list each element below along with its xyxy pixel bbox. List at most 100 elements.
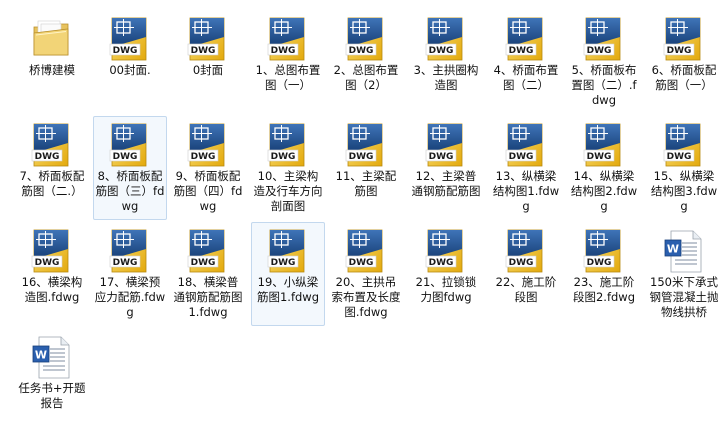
svg-text:DWG: DWG — [429, 258, 454, 268]
file-item[interactable]: DWG 9、桥面板配筋图（四）fdwg — [171, 116, 245, 220]
dwg-file-icon: DWG — [266, 229, 310, 273]
dwg-file-icon: DWG — [344, 17, 388, 61]
file-item[interactable]: DWG 12、主梁普通钢筋配筋图 — [409, 116, 483, 220]
svg-text:DWG: DWG — [113, 46, 138, 56]
file-name-label: 14、纵横梁结构图2.fdwg — [570, 169, 638, 213]
file-name-label: 15、纵横梁结构图3.fdwg — [650, 169, 718, 213]
dwg-file-icon: DWG — [344, 123, 388, 167]
svg-text:DWG: DWG — [271, 152, 296, 162]
dwg-file-icon: DWG — [186, 17, 230, 61]
file-name-label: 7、桥面板配筋图（二.） — [19, 169, 85, 198]
svg-text:DWG: DWG — [667, 152, 692, 162]
dwg-file-icon: DWG — [108, 123, 152, 167]
dwg-file-icon: DWG — [504, 123, 548, 167]
file-name-label: 1、总图布置图（一） — [255, 63, 321, 92]
file-name-label: 19、小纵梁筋图1.fdwg — [256, 275, 320, 304]
svg-text:DWG: DWG — [429, 46, 454, 56]
dwg-file-icon: DWG — [582, 123, 626, 167]
dwg-file-icon: DWG — [504, 17, 548, 61]
file-item[interactable]: W 任务书+开题报告 — [15, 328, 89, 432]
file-item[interactable]: DWG 18、横梁普通钢筋配筋图1.fdwg — [171, 222, 245, 326]
svg-text:DWG: DWG — [349, 258, 374, 268]
svg-text:DWG: DWG — [509, 152, 534, 162]
file-item[interactable]: DWG 2、总图布置图（2） — [329, 10, 403, 114]
file-item[interactable]: DWG 17、横梁预应力配筋.fdwg — [93, 222, 167, 326]
file-name-label: 18、横梁普通钢筋配筋图1.fdwg — [173, 275, 243, 319]
word-document-icon: W — [30, 335, 74, 379]
file-item[interactable]: DWG 21、拉锁锁力图fdwg — [409, 222, 483, 326]
svg-text:DWG: DWG — [587, 46, 612, 56]
file-item[interactable]: DWG 23、施工阶段图2.fdwg — [567, 222, 641, 326]
file-name-label: 22、施工阶段图 — [495, 275, 557, 304]
file-item[interactable]: DWG 7、桥面板配筋图（二.） — [15, 116, 89, 220]
file-name-label: 17、横梁预应力配筋.fdwg — [94, 275, 166, 319]
svg-text:DWG: DWG — [349, 46, 374, 56]
svg-text:DWG: DWG — [509, 258, 534, 268]
file-item[interactable]: DWG 22、施工阶段图 — [489, 222, 563, 326]
svg-text:DWG: DWG — [587, 152, 612, 162]
dwg-file-icon: DWG — [186, 123, 230, 167]
svg-text:DWG: DWG — [271, 46, 296, 56]
file-name-label: 16、横梁构造图.fdwg — [21, 275, 83, 304]
svg-text:W: W — [667, 243, 679, 256]
svg-text:DWG: DWG — [191, 46, 216, 56]
file-item[interactable]: 桥博建模 — [15, 10, 89, 114]
dwg-file-icon: DWG — [662, 123, 706, 167]
file-name-label: 5、桥面板布置图（二）.fdwg — [571, 63, 637, 107]
folder-icon — [30, 17, 74, 61]
file-name-label: 11、主梁配筋图 — [335, 169, 397, 198]
dwg-file-icon: DWG — [582, 17, 626, 61]
file-name-label: 任务书+开题报告 — [18, 381, 86, 410]
file-icon-view: 桥博建模 DWG 00封面. DWG 0封面 DWG 1、总图布置图（一） DW… — [0, 0, 726, 436]
file-item[interactable]: DWG 15、纵横梁结构图3.fdwg — [647, 116, 721, 220]
file-name-label: 6、桥面板配筋图（一） — [651, 63, 717, 92]
dwg-file-icon: DWG — [108, 17, 152, 61]
file-item[interactable]: DWG 13、纵横梁结构图1.fdwg — [489, 116, 563, 220]
file-item[interactable]: DWG 00封面. — [93, 10, 167, 114]
svg-text:DWG: DWG — [35, 258, 60, 268]
file-item[interactable]: DWG 14、纵横梁结构图2.fdwg — [567, 116, 641, 220]
svg-text:DWG: DWG — [509, 46, 534, 56]
file-item[interactable]: W 150米下承式钢管混凝土抛物线拱桥 — [647, 222, 721, 326]
file-item[interactable]: DWG 3、主拱圈构造图 — [409, 10, 483, 114]
file-item[interactable]: DWG 19、小纵梁筋图1.fdwg — [251, 222, 325, 326]
svg-text:DWG: DWG — [349, 152, 374, 162]
file-name-label: 桥博建模 — [29, 63, 75, 77]
file-item[interactable]: DWG 6、桥面板配筋图（一） — [647, 10, 721, 114]
file-name-label: 10、主梁构造及行车方向剖面图 — [253, 169, 323, 213]
svg-text:DWG: DWG — [667, 46, 692, 56]
dwg-file-icon: DWG — [266, 17, 310, 61]
file-name-label: 3、主拱圈构造图 — [413, 63, 479, 92]
file-item[interactable]: DWG 8、桥面板配筋图（三）fdwg — [93, 116, 167, 220]
dwg-file-icon: DWG — [504, 229, 548, 273]
dwg-file-icon: DWG — [344, 229, 388, 273]
dwg-file-icon: DWG — [424, 123, 468, 167]
dwg-file-icon: DWG — [30, 229, 74, 273]
file-name-label: 12、主梁普通钢筋配筋图 — [411, 169, 481, 198]
svg-text:DWG: DWG — [191, 258, 216, 268]
file-item[interactable]: DWG 1、总图布置图（一） — [251, 10, 325, 114]
dwg-file-icon: DWG — [108, 229, 152, 273]
file-item[interactable]: DWG 20、主拱吊索布置及长度图.fdwg — [329, 222, 403, 326]
dwg-file-icon: DWG — [424, 229, 468, 273]
file-name-label: 9、桥面板配筋图（四）fdwg — [173, 169, 243, 213]
file-name-label: 150米下承式钢管混凝土抛物线拱桥 — [649, 275, 719, 319]
svg-text:W: W — [35, 349, 47, 362]
svg-text:DWG: DWG — [271, 258, 296, 268]
dwg-file-icon: DWG — [662, 17, 706, 61]
svg-text:DWG: DWG — [113, 258, 138, 268]
file-item[interactable]: DWG 16、横梁构造图.fdwg — [15, 222, 89, 326]
file-item[interactable]: DWG 10、主梁构造及行车方向剖面图 — [251, 116, 325, 220]
file-name-label: 13、纵横梁结构图1.fdwg — [492, 169, 560, 213]
svg-text:DWG: DWG — [587, 258, 612, 268]
file-name-label: 4、桥面布置图（二） — [493, 63, 559, 92]
file-item[interactable]: DWG 0封面 — [171, 10, 245, 114]
word-document-icon: W — [662, 229, 706, 273]
file-item[interactable]: DWG 11、主梁配筋图 — [329, 116, 403, 220]
svg-text:DWG: DWG — [191, 152, 216, 162]
file-name-label: 21、拉锁锁力图fdwg — [415, 275, 477, 304]
file-name-label: 23、施工阶段图2.fdwg — [572, 275, 636, 304]
dwg-file-icon: DWG — [186, 229, 230, 273]
file-item[interactable]: DWG 5、桥面板布置图（二）.fdwg — [567, 10, 641, 114]
file-item[interactable]: DWG 4、桥面布置图（二） — [489, 10, 563, 114]
